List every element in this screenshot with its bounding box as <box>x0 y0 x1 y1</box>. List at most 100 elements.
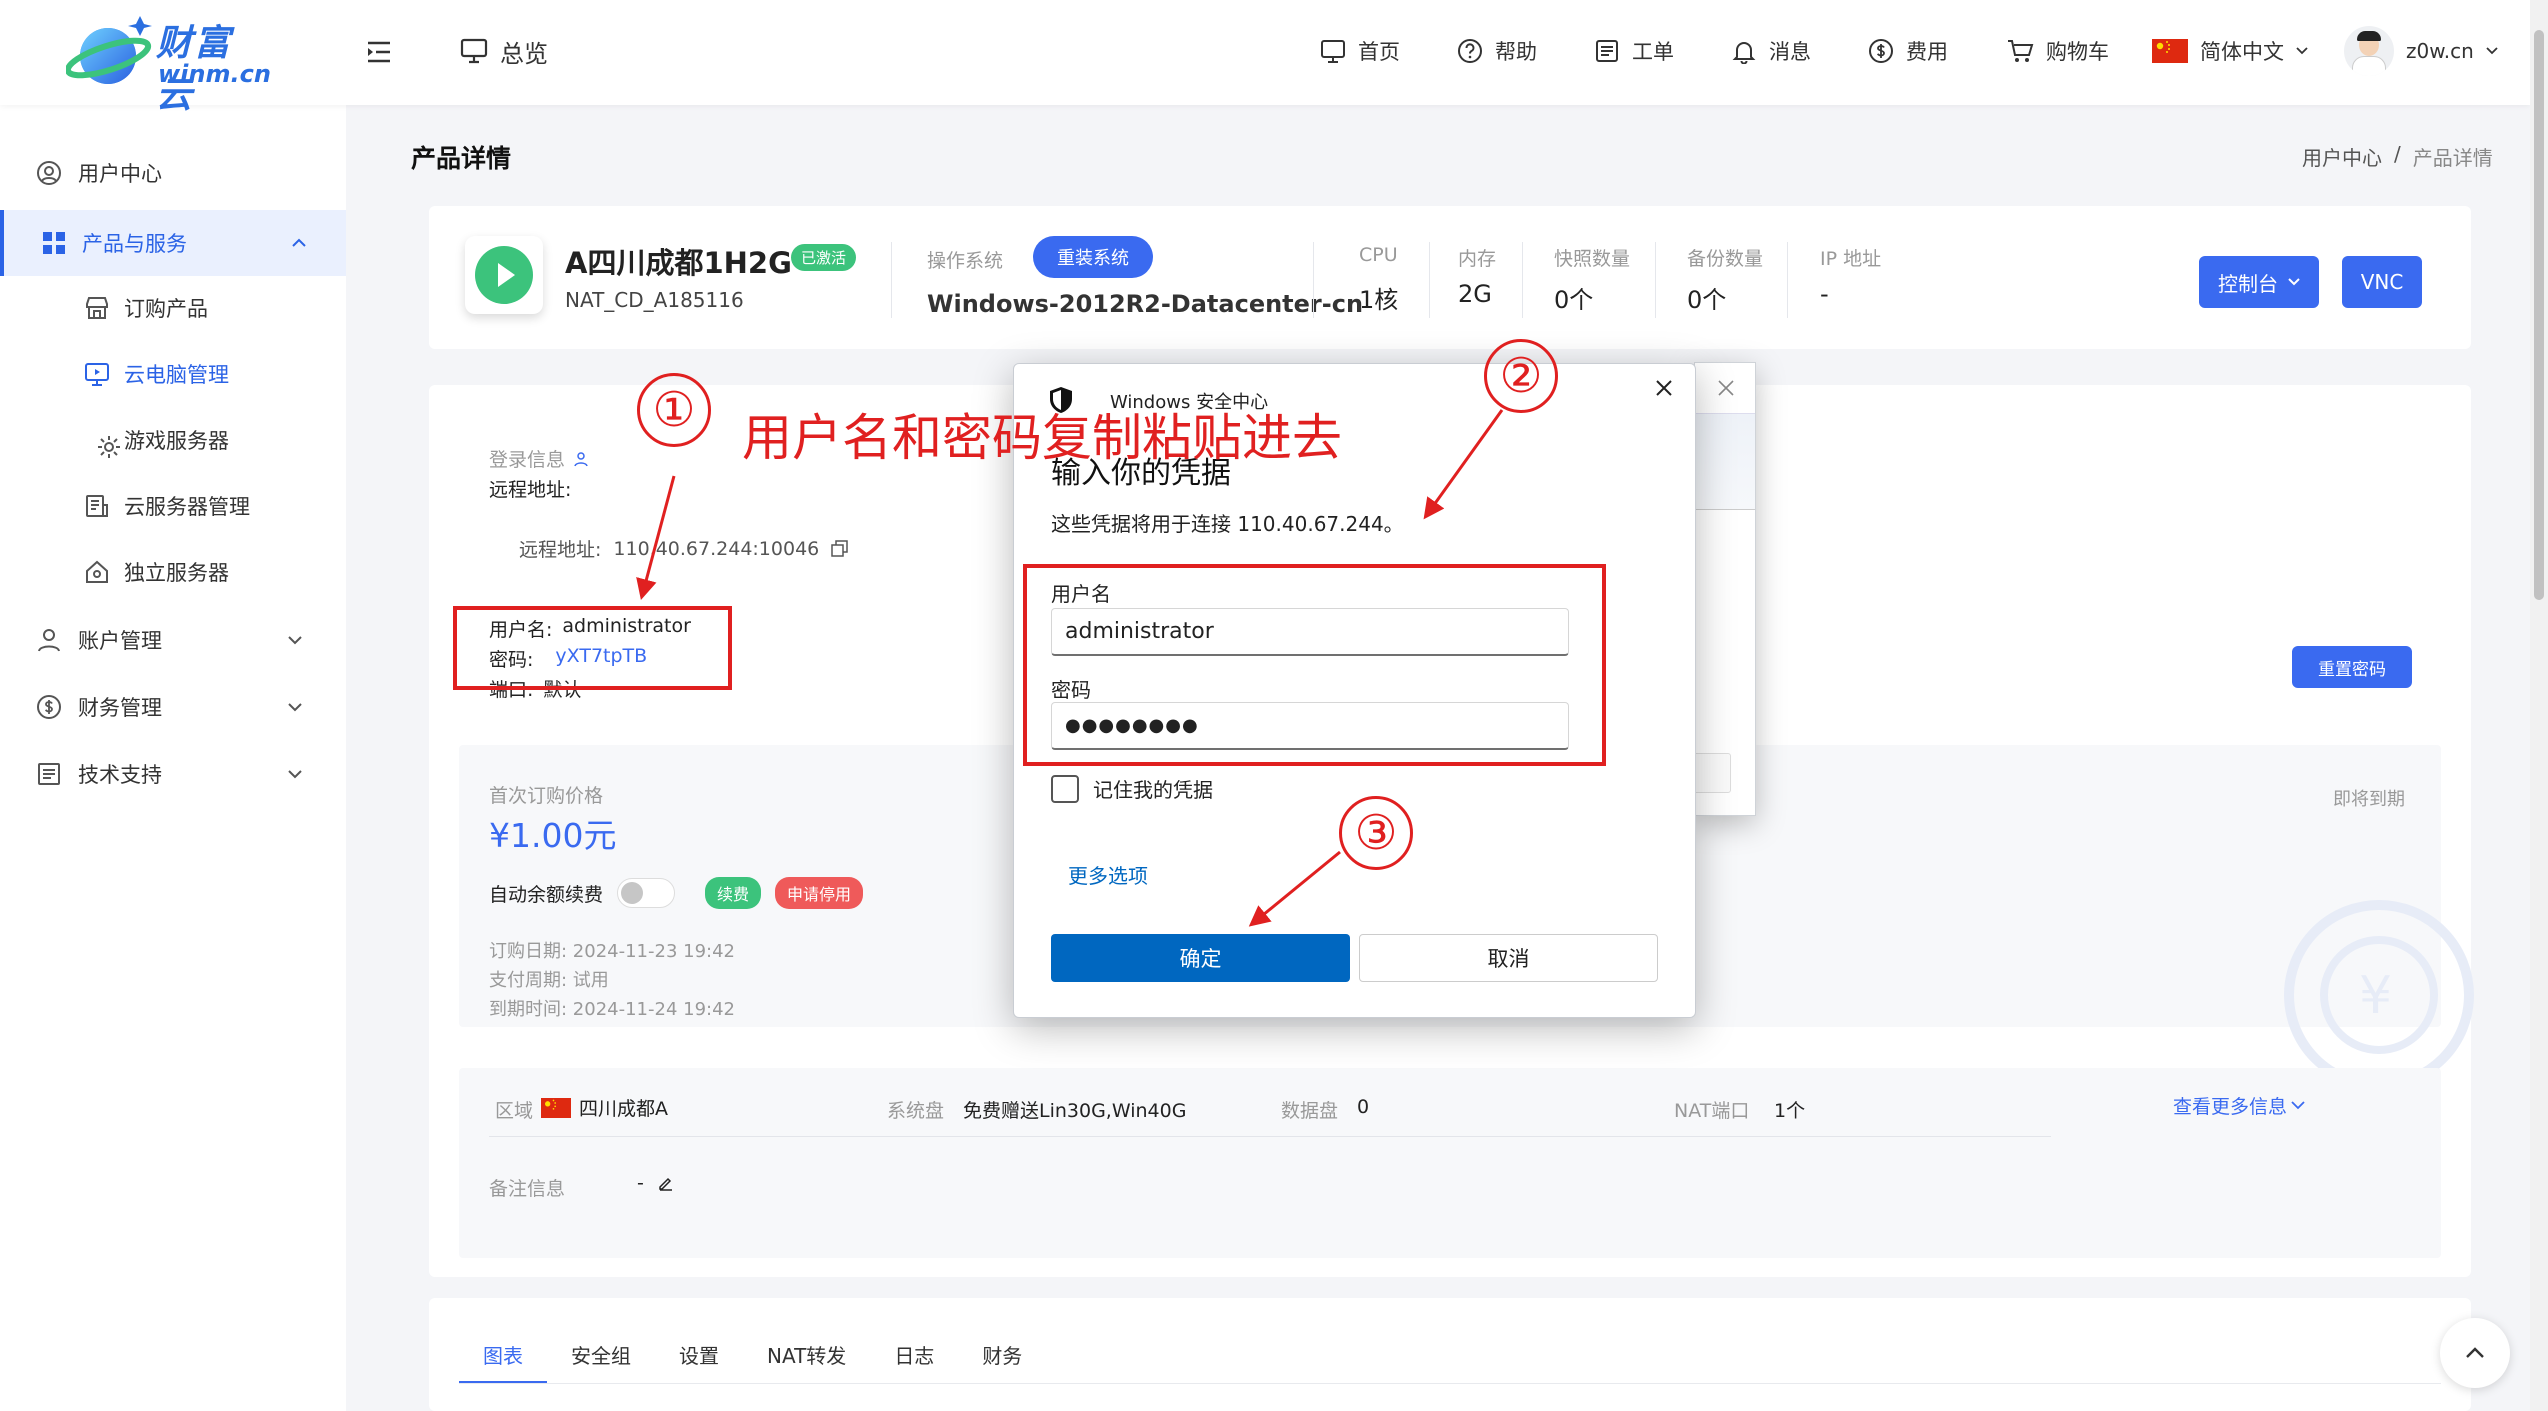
tab-settings[interactable]: 设置 <box>655 1340 743 1384</box>
nav-fee[interactable]: 费用 <box>1868 34 1948 68</box>
sidebar-item-finance[interactable]: 财务管理 <box>0 677 346 737</box>
breadcrumb-separator: / <box>2394 142 2401 166</box>
remember-checkbox[interactable] <box>1051 774 1079 803</box>
chevron-down-icon <box>2288 278 2300 286</box>
dollar-circle-icon <box>37 695 61 719</box>
bell-icon <box>1732 42 1756 64</box>
order-date: 订购日期: 2024-11-23 19:42 <box>489 941 735 962</box>
sidebar-item-account[interactable]: 账户管理 <box>0 610 346 670</box>
step-3-marker: ③ <box>1339 796 1413 870</box>
user-icon <box>574 451 588 466</box>
nav-cart-label: 购物车 <box>2046 40 2109 64</box>
tab-security-group[interactable]: 安全组 <box>547 1340 655 1384</box>
remark-label: 备注信息 <box>489 1178 566 1200</box>
edit-pencil-icon[interactable] <box>658 1175 674 1191</box>
sidebar-item-game-server[interactable]: 游戏服务器 <box>96 412 229 468</box>
ok-button[interactable]: 确定 <box>1051 934 1350 982</box>
status-badge: 已激活 <box>791 244 857 271</box>
overview-label: 总览 <box>500 39 548 68</box>
reset-password-button[interactable]: 重置密码 <box>2292 646 2412 688</box>
more-options-link[interactable]: 更多选项 <box>1068 860 1148 889</box>
sidebar-item-order-product[interactable]: 订购产品 <box>84 280 208 336</box>
page-scrollbar[interactable] <box>2530 0 2548 1411</box>
nav-help[interactable]: 帮助 <box>1457 34 1537 68</box>
window-field <box>1691 753 1731 793</box>
product-name: A四川成都1H2G <box>565 246 792 280</box>
sidebar-label: 用户中心 <box>78 162 162 186</box>
nav-message-label: 消息 <box>1769 40 1811 64</box>
collapse-menu-icon[interactable] <box>366 40 392 64</box>
tabs-card: 图表 安全组 设置 NAT转发 日志 财务 <box>429 1298 2471 1411</box>
request-stop-button[interactable]: 申请停用 <box>775 877 864 909</box>
tab-log[interactable]: 日志 <box>870 1340 958 1384</box>
brand-logo[interactable]: 财富云 winm.cn <box>66 8 271 116</box>
nav-ticket[interactable]: 工单 <box>1594 34 1674 68</box>
breadcrumb-home[interactable]: 用户中心 <box>2302 142 2382 171</box>
chevron-down-icon <box>2486 47 2498 55</box>
sidebar-label: 财务管理 <box>78 696 162 720</box>
memory-value: 2G <box>1458 280 1492 308</box>
sidebar-item-cloud-server[interactable]: 云服务器管理 <box>84 478 250 534</box>
ip-label: IP 地址 <box>1820 248 1882 270</box>
dollar-icon <box>1869 39 1893 63</box>
language-select[interactable]: 简体中文 <box>2152 34 2308 68</box>
chevron-down-icon <box>288 770 302 779</box>
china-flag-icon <box>2152 39 2188 63</box>
nav-home[interactable]: 首页 <box>1320 34 1400 68</box>
nat-port-label: NAT端口 <box>1674 1100 1750 1122</box>
overview-link[interactable]: 总览 <box>460 34 548 68</box>
region-value-row: 四川成都A <box>541 1094 668 1121</box>
copy-icon[interactable] <box>831 539 849 558</box>
window-banner <box>1695 413 1755 509</box>
sidebar-item-support[interactable]: 技术支持 <box>0 744 346 804</box>
tab-finance[interactable]: 财务 <box>958 1340 1046 1384</box>
divider <box>1695 509 1755 510</box>
nav-cart[interactable]: 购物车 <box>2006 34 2109 68</box>
nav-fee-label: 费用 <box>1906 40 1948 64</box>
nav-ticket-label: 工单 <box>1632 40 1674 64</box>
view-more-link[interactable]: 查看更多信息 <box>2173 1092 2305 1119</box>
cancel-button[interactable]: 取消 <box>1359 934 1658 982</box>
remember-label: 记住我的凭据 <box>1093 778 1213 802</box>
tab-bar: 图表 安全组 设置 NAT转发 日志 财务 <box>459 1298 1046 1384</box>
close-icon[interactable] <box>1717 379 1735 397</box>
sidebar-label: 独立服务器 <box>124 561 229 585</box>
scrollbar-thumb[interactable] <box>2534 30 2544 600</box>
sidebar: 用户中心 产品与服务 订购产品 云电脑管理 游戏服务器 云服务器管理 独立服务器… <box>0 105 346 1411</box>
sidebar-item-user-center[interactable]: 用户中心 <box>0 143 346 203</box>
sidebar-item-dedicated-server[interactable]: 独立服务器 <box>84 544 229 600</box>
auto-renew-label: 自动余额续费 <box>489 883 604 906</box>
sidebar-item-cloud-pc[interactable]: 云电脑管理 <box>84 346 229 402</box>
language-label: 简体中文 <box>2200 40 2284 64</box>
backup-label: 备份数量 <box>1687 248 1764 270</box>
monitor-icon <box>460 38 488 64</box>
system-disk-label: 系统盘 <box>887 1100 945 1122</box>
first-price-value: ¥1.00元 <box>489 816 617 855</box>
snapshot-label: 快照数量 <box>1554 248 1631 270</box>
vnc-button[interactable]: VNC <box>2342 256 2422 308</box>
remember-credentials-row[interactable]: 记住我的凭据 <box>1051 774 1213 803</box>
tab-chart[interactable]: 图表 <box>459 1340 547 1384</box>
dialog-description: 这些凭据将用于连接 110.40.67.244。 <box>1051 512 1404 536</box>
renew-button[interactable]: 续费 <box>705 877 762 909</box>
reinstall-os-button[interactable]: 重装系统 <box>1033 236 1153 278</box>
user-menu[interactable]: z0w.cn <box>2344 26 2498 76</box>
remote-address-row: 远程地址: 110.40.67.244:10046 <box>519 535 849 562</box>
console-button[interactable]: 控制台 <box>2199 256 2319 308</box>
user-circle-icon <box>37 161 61 185</box>
nav-message[interactable]: 消息 <box>1731 34 1811 68</box>
back-to-top-button[interactable] <box>2440 1318 2510 1388</box>
sidebar-label: 云电脑管理 <box>124 363 229 387</box>
close-icon[interactable] <box>1654 378 1674 398</box>
grid-icon <box>43 232 65 254</box>
username-label: z0w.cn <box>2406 39 2474 63</box>
pay-cycle: 支付周期: 试用 <box>489 970 609 991</box>
desktop-play-icon <box>85 363 109 386</box>
data-disk-label: 数据盘 <box>1281 1100 1339 1122</box>
backup-value: 0个 <box>1687 286 1727 314</box>
monitor-chat-icon <box>1321 40 1345 63</box>
tab-nat-forward[interactable]: NAT转发 <box>743 1340 870 1384</box>
sidebar-item-products[interactable]: 产品与服务 <box>0 210 346 276</box>
auto-renew-toggle[interactable] <box>617 878 676 908</box>
server-doc-icon <box>86 495 108 517</box>
